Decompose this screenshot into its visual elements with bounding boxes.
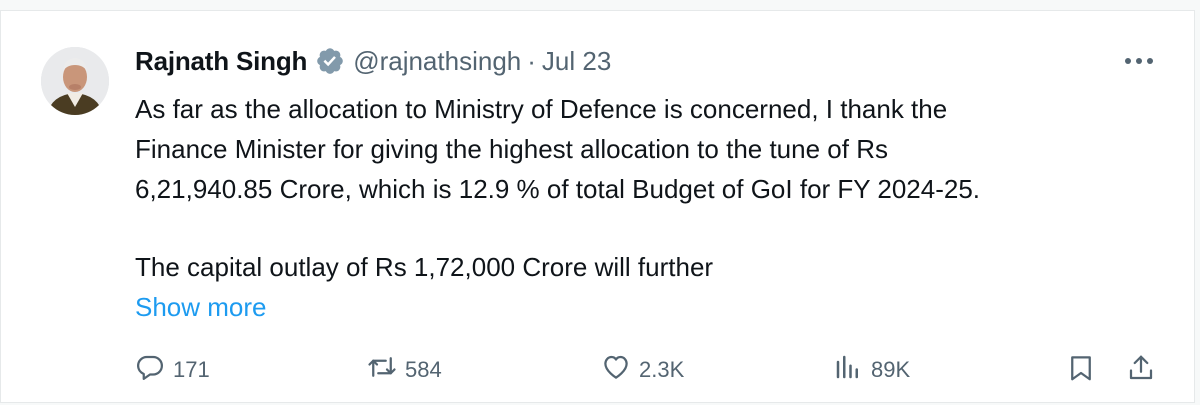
repost-button[interactable]: 584 [367, 346, 442, 394]
tweet-date[interactable]: Jul 23 [542, 46, 611, 77]
tweet-text-line: Finance Minister for giving the highest … [135, 134, 888, 164]
tweet-header: Rajnath Singh @rajnathsingh · Jul 23 [135, 41, 611, 81]
share-icon [1126, 353, 1156, 388]
share-button[interactable] [1121, 346, 1161, 394]
author-handle[interactable]: @rajnathsingh [353, 46, 521, 77]
tweet-actions: 171 584 2.3K 89K [1, 346, 1196, 394]
repost-icon [367, 352, 397, 388]
tweet-text-line: 6,21,940.85 Crore, which is 12.9 % of to… [135, 174, 981, 204]
bookmark-button[interactable] [1061, 346, 1101, 394]
avatar-image [41, 47, 109, 115]
bookmark-icon [1066, 353, 1096, 388]
reply-button[interactable]: 171 [135, 346, 210, 394]
tweet-text: As far as the allocation to Ministry of … [135, 89, 1165, 287]
tweet-text-line: As far as the allocation to Ministry of … [135, 94, 948, 124]
reply-icon [135, 352, 165, 388]
verified-badge-icon[interactable] [315, 46, 345, 76]
show-more-link[interactable]: Show more [135, 287, 267, 327]
header-separator: · [527, 45, 536, 76]
tweet-text-line: The capital outlay of Rs 1,72,000 Crore … [135, 252, 714, 282]
like-button[interactable]: 2.3K [601, 346, 684, 394]
views-icon [833, 352, 863, 388]
heart-icon [601, 352, 631, 388]
reply-count: 171 [173, 357, 210, 382]
views-button[interactable]: 89K [833, 346, 910, 394]
tweet-card[interactable]: Rajnath Singh @rajnathsingh · Jul 23 As … [0, 10, 1195, 403]
views-count: 89K [871, 357, 911, 382]
repost-count: 584 [405, 357, 442, 382]
like-count: 2.3K [639, 357, 685, 382]
more-options-icon[interactable] [1122, 49, 1156, 73]
avatar[interactable] [41, 47, 109, 115]
author-name[interactable]: Rajnath Singh [135, 46, 307, 77]
